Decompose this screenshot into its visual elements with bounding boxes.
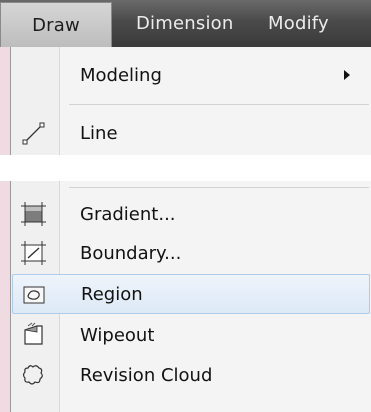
menu-modify[interactable]: Modify	[262, 0, 329, 47]
menu-item-label: Wipeout	[80, 324, 155, 346]
menu-item-label: Region	[81, 283, 143, 305]
menu-item-gradient[interactable]: Gradient...	[11, 194, 371, 234]
region-icon	[21, 282, 49, 308]
gradient-icon	[20, 201, 48, 227]
draw-dropdown-menu-lower: Gradient... Boundary... Region Wipeout R…	[10, 181, 371, 412]
menu-item-label: Line	[80, 122, 118, 144]
menu-item-line[interactable]: Line	[11, 113, 371, 153]
menu-separator	[69, 187, 369, 188]
menu-item-label: Gradient...	[80, 203, 176, 225]
menu-item-wipeout[interactable]: Wipeout	[11, 315, 371, 355]
menu-dimension[interactable]: Dimension	[112, 0, 262, 47]
menu-item-label: Boundary...	[80, 242, 182, 264]
line-icon	[20, 120, 48, 146]
menu-separator	[69, 104, 369, 105]
menu-item-region[interactable]: Region	[12, 274, 370, 314]
submenu-arrow-icon	[344, 70, 350, 80]
background-strip	[0, 0, 10, 412]
cropped-gap	[0, 155, 371, 181]
menu-item-modeling[interactable]: Modeling	[11, 55, 371, 95]
menu-item-label: Modeling	[80, 64, 162, 86]
revision-cloud-icon	[20, 362, 48, 388]
menu-draw[interactable]: Draw	[0, 2, 112, 47]
boundary-icon	[20, 240, 48, 266]
wipeout-icon	[20, 322, 48, 348]
menu-item-label: Revision Cloud	[80, 364, 213, 386]
menu-bar: Draw Dimension Modify	[0, 0, 371, 47]
menu-item-revision-cloud[interactable]: Revision Cloud	[11, 355, 371, 395]
menu-item-boundary[interactable]: Boundary...	[11, 233, 371, 273]
